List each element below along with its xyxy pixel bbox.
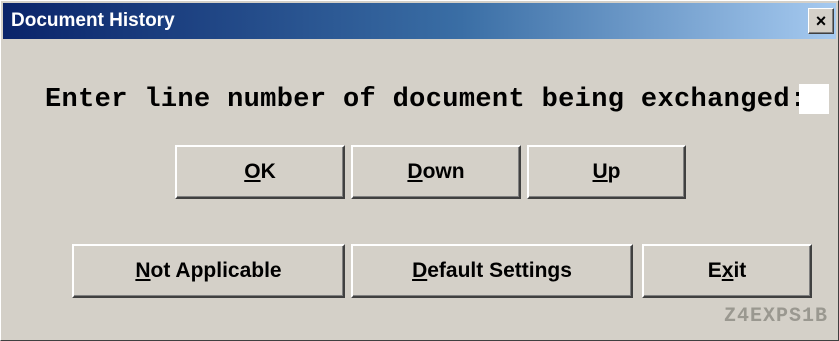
exit-label-rest: it (733, 259, 747, 282)
down-accelerator: D (407, 160, 423, 183)
down-label-rest: own (422, 160, 465, 183)
not-applicable-label-rest: ot Applicable (150, 259, 282, 282)
default-settings-button[interactable]: Default Settings (351, 244, 633, 298)
line-number-prompt: Enter line number of document being exch… (45, 85, 807, 115)
default-settings-accelerator: D (412, 259, 428, 282)
document-history-dialog: Document History × Enter line number of … (0, 0, 839, 341)
down-button[interactable]: Down (351, 145, 521, 199)
ok-label-rest: K (260, 160, 276, 183)
title-bar[interactable]: Document History × (3, 3, 836, 39)
up-accelerator: U (592, 160, 608, 183)
screen-id: Z4EXPS1B (723, 305, 828, 328)
ok-accelerator: O (244, 160, 261, 183)
default-settings-label-rest: efault Settings (427, 259, 572, 282)
exit-label-pre: E (707, 259, 722, 282)
not-applicable-button[interactable]: Not Applicable (72, 244, 345, 298)
window-title: Document History (11, 10, 175, 31)
line-number-input[interactable] (799, 84, 829, 114)
exit-button[interactable]: Ex it (642, 244, 812, 298)
ok-button[interactable]: OK (175, 145, 345, 199)
exit-accelerator: x (721, 259, 734, 282)
close-icon[interactable]: × (808, 8, 834, 34)
up-label-rest: p (607, 160, 621, 183)
up-button[interactable]: Up (527, 145, 686, 199)
not-applicable-accelerator: N (135, 259, 151, 282)
